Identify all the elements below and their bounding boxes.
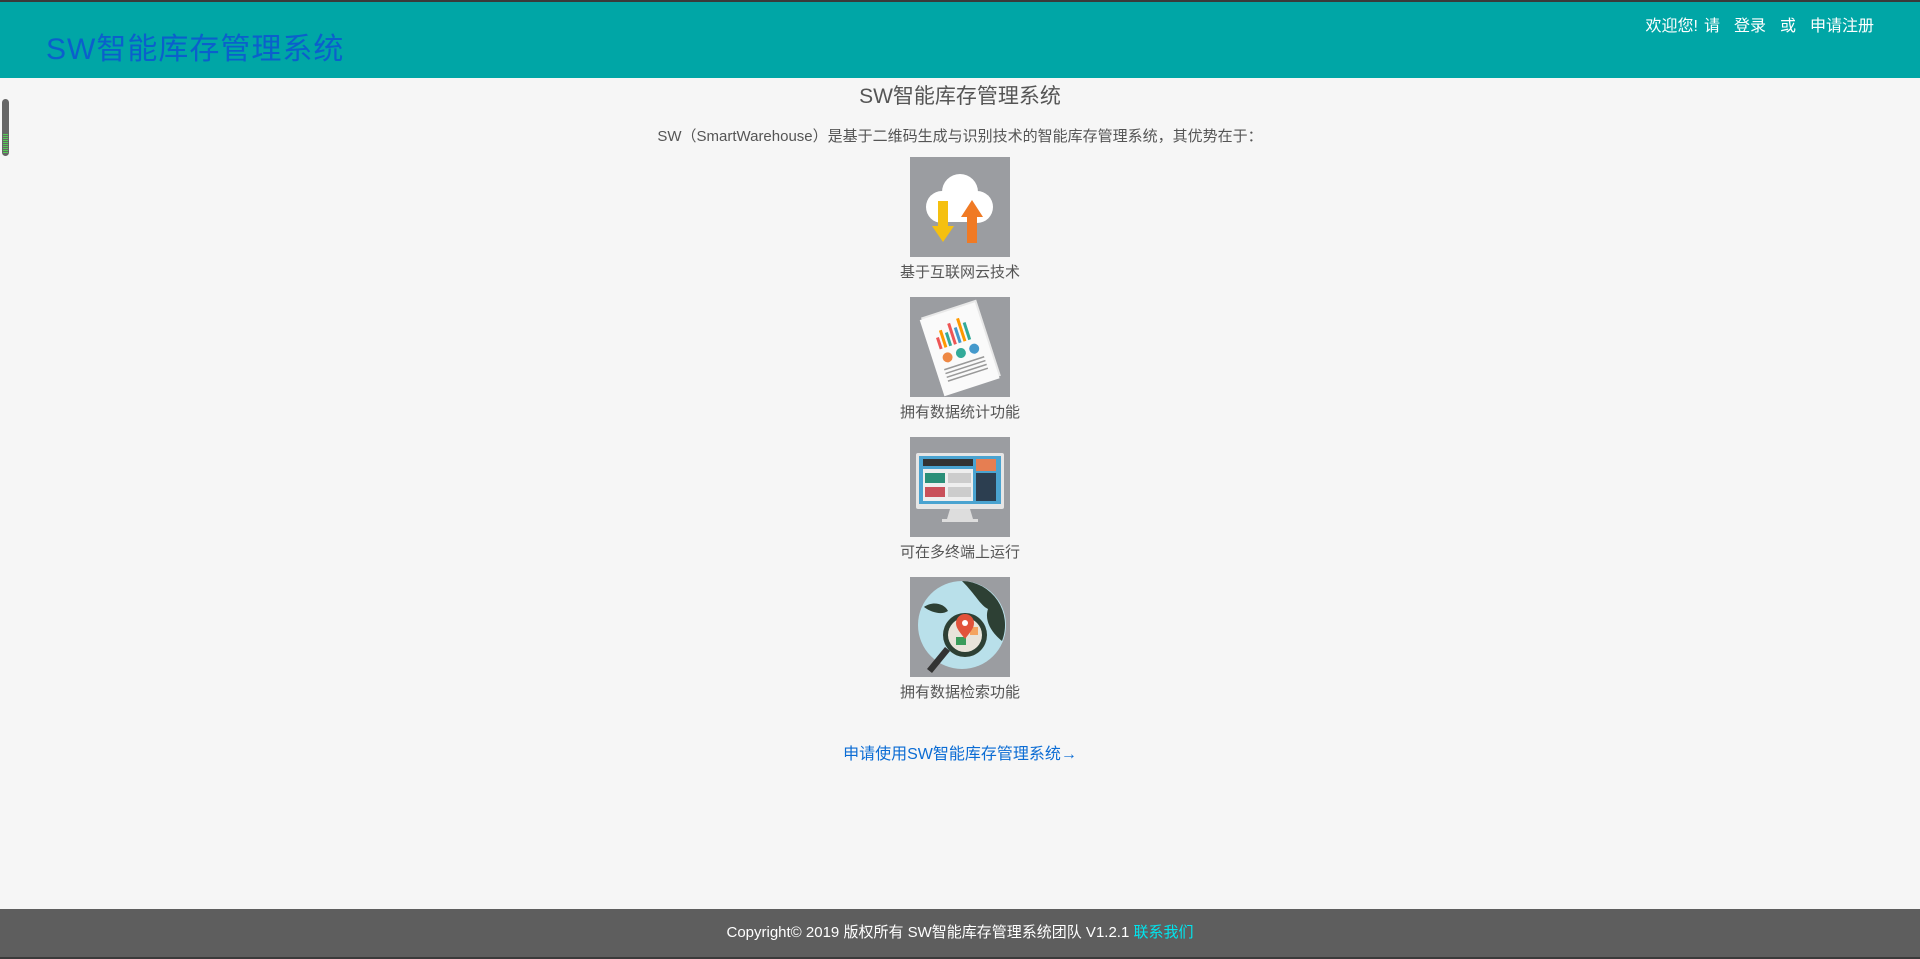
apply-link[interactable]: 申请使用SW智能库存管理系统→ [843,740,1077,764]
copyright-text: Copyright© 2019 版权所有 SW智能库存管理系统团队 V1.2.1 [726,924,1134,941]
globe-search-icon [910,577,1010,677]
feature-multi-terminal: 可在多终端上运行 [0,437,1920,563]
feature-label: 拥有数据统计功能 [899,404,1020,421]
page-title: SW智能库存管理系统 [859,85,1061,108]
cloud-upload-download-icon [910,157,1010,257]
feature-statistics: 拥有数据统计功能 [0,297,1920,423]
monitor-icon [910,437,1010,537]
footer: Copyright© 2019 版权所有 SW智能库存管理系统团队 V1.2.1… [0,909,1920,959]
or-text: 或 [1779,18,1796,35]
contact-link[interactable]: 联系我们 [1133,924,1193,941]
description: SW（SmartWarehouse）是基于二维码生成与识别技术的智能库存管理系统… [657,128,1263,145]
feature-label: 基于互联网云技术 [899,264,1020,281]
header: SW智能库存管理系统 欢迎您! 请登录或申请注册 [0,0,1920,78]
main-content: SW智能库存管理系统 SW（SmartWarehouse）是基于二维码生成与识别… [0,78,1920,764]
login-link[interactable]: 登录 [1734,18,1766,35]
feature-label: 可在多终端上运行 [899,544,1020,561]
feature-label: 拥有数据检索功能 [899,684,1020,701]
feature-search: 拥有数据检索功能 [0,577,1920,703]
user-bar: 欢迎您! 请登录或申请注册 [1639,12,1874,36]
welcome-text: 欢迎您! [1645,18,1698,35]
report-chart-icon [910,297,1010,397]
brand-title: SW智能库存管理系统 [46,33,345,66]
please-text: 请 [1703,18,1720,35]
feature-cloud: 基于互联网云技术 [0,157,1920,283]
register-link[interactable]: 申请注册 [1810,18,1874,35]
